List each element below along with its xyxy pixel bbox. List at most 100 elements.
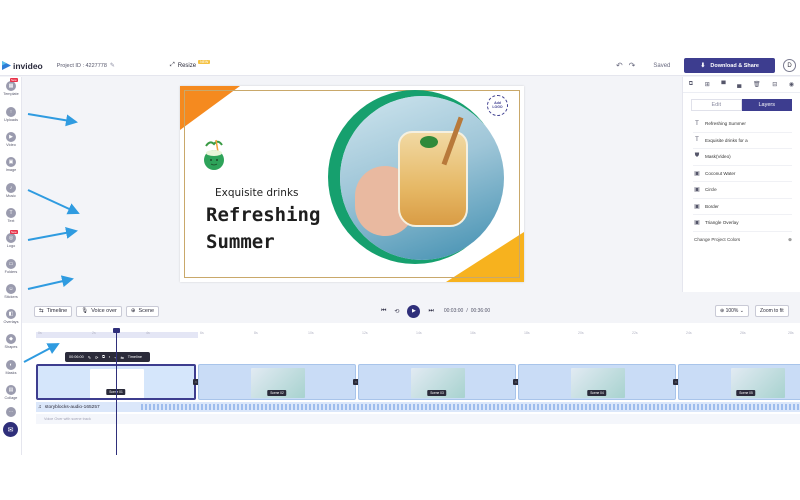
delete-icon[interactable]: ▪ xyxy=(109,355,110,359)
invideo-logo[interactable]: invideo xyxy=(2,61,43,71)
layer-down-icon[interactable]: ▄ xyxy=(737,82,741,88)
sidebar-item-logo[interactable]: ◎ New Logo xyxy=(0,230,22,248)
audio-track-label: storyblocks-audio-165257 xyxy=(44,404,100,410)
copy-icon[interactable]: ⧉ xyxy=(689,81,693,88)
layer-item[interactable]: ▣ Border xyxy=(693,199,792,215)
skip-forward-icon[interactable]: ⏭ xyxy=(428,308,433,315)
layer-label: Border xyxy=(705,203,719,209)
duplicate-icon[interactable]: ⧉ xyxy=(102,355,105,359)
uploads-icon: ↑ xyxy=(6,107,16,117)
scene-clip[interactable]: Scene 05 xyxy=(678,364,800,400)
sidebar-item-stickers[interactable]: ☺ Stickers xyxy=(0,284,22,299)
sidebar-item-more[interactable]: ⋯ xyxy=(0,407,22,418)
sidebar-item-masks[interactable]: ◐ Masks xyxy=(0,360,22,375)
zoom-select[interactable]: ⊕ 100% ⌄ xyxy=(715,305,749,317)
tab-edit[interactable]: Edit xyxy=(691,99,742,111)
ruler-tick: 14s xyxy=(416,331,422,335)
layer-item[interactable]: T Exquisite drinks for a xyxy=(693,133,792,149)
time-ruler[interactable]: 0s 2s 4s 6s 8s 10s 12s 14s 16s 18s 20s 2… xyxy=(36,331,800,339)
scene-replay-icon[interactable]: ⟲ xyxy=(394,308,399,315)
voice-over-button[interactable]: 🎙 Voice over xyxy=(76,305,122,317)
sidebar-item-text[interactable]: T Text xyxy=(0,208,22,223)
playhead[interactable] xyxy=(116,329,117,455)
title-text-line-1[interactable]: Refreshing xyxy=(206,204,320,226)
chat-support-icon[interactable]: ✉ xyxy=(3,422,18,437)
align-icon[interactable]: ⊞ xyxy=(705,81,710,88)
layer-item[interactable]: ▣ Coconut Water xyxy=(693,166,792,182)
ruler-tick: 0s xyxy=(38,331,42,335)
image-icon: ▣ xyxy=(694,170,700,177)
video-canvas[interactable]: Add LOGO Exquisite drinks Refreshing Sum… xyxy=(180,86,524,282)
panel-toggle-icon[interactable]: ◉ xyxy=(789,81,794,88)
change-project-colors-button[interactable]: Change Project Colors ⊕ xyxy=(694,237,792,243)
redo-icon[interactable]: ↷ xyxy=(629,61,636,70)
sidebar-item-label: Uploads xyxy=(4,118,18,122)
new-badge: New xyxy=(10,230,18,234)
scene-clip[interactable]: Scene 03 xyxy=(358,364,516,400)
templates-icon: ▦ New xyxy=(6,78,18,91)
ruler-tick: 2s xyxy=(92,331,96,335)
sidebar-item-template[interactable]: ▦ New Template xyxy=(0,78,22,96)
coconut-water-image[interactable] xyxy=(202,138,226,172)
sidebar-item-shapes[interactable]: ◆ Shapes xyxy=(0,334,22,349)
play-button[interactable]: ▶ xyxy=(407,304,421,318)
callout-arrow xyxy=(27,226,78,241)
skip-back-icon[interactable]: ⏮ xyxy=(381,308,386,315)
audio-track[interactable]: ♫ storyblocks-audio-165257 xyxy=(36,402,800,412)
timeline-icon: ⇆ xyxy=(39,308,44,314)
resize-button[interactable]: ⤢ Resize NEW xyxy=(170,59,211,69)
avatar[interactable]: D xyxy=(783,59,796,72)
text-icon: T xyxy=(695,137,699,144)
voice-over-track[interactable]: Voice Over with scene track xyxy=(36,414,800,424)
sidebar-item-uploads[interactable]: ↑ Uploads xyxy=(0,107,22,122)
layer-item[interactable]: T Refreshing Summer xyxy=(693,116,792,133)
timeline-icon: ⇆ xyxy=(120,355,124,360)
scene-clip[interactable]: Scene 02 xyxy=(198,364,356,400)
play-group: ⏮ ⟲ ▶ ⏭ 00:03:00 / 00:36:00 xyxy=(377,304,490,318)
layer-item[interactable]: ⛊ Mask(Video) xyxy=(693,149,792,166)
scene-toolbar: 00:06:00 ✎ ⟳ ⧉ ▪ ⌁ ⇆ Timeline xyxy=(65,352,150,362)
left-sidebar: ▦ New Template ↑ Uploads ▶ Video ▣ Image … xyxy=(0,77,22,455)
current-time: 00:03:00 xyxy=(443,308,464,314)
title-text-line-2[interactable]: Summer xyxy=(206,231,275,253)
delete-icon[interactable]: 🗑 xyxy=(753,81,761,88)
scene-label: Scene 02 xyxy=(267,390,287,396)
pencil-icon[interactable]: ✎ xyxy=(110,62,115,69)
layer-up-icon[interactable]: ▀ xyxy=(721,82,725,88)
music-icon: ♪ xyxy=(6,183,16,193)
scene-label: Scene 03 xyxy=(427,390,447,396)
text-icon: T xyxy=(695,120,699,127)
download-share-button[interactable]: ⬇ Download & Share xyxy=(684,58,775,73)
sidebar-item-folders[interactable]: ▭ Folders xyxy=(0,259,22,274)
microphone-icon: 🎙 xyxy=(81,308,89,314)
split-icon[interactable]: ⟳ xyxy=(95,355,98,360)
sidebar-item-collage[interactable]: ▤ Collage xyxy=(0,385,22,400)
layer-item[interactable]: ▣ Circle xyxy=(693,182,792,199)
folders-icon: ▭ xyxy=(6,259,16,269)
more-icon: ⋯ xyxy=(6,407,16,417)
audio-waveform xyxy=(141,404,800,410)
tab-layers[interactable]: Layers xyxy=(741,99,792,111)
mask-video-layer[interactable] xyxy=(340,96,504,260)
sidebar-item-video[interactable]: ▶ Video xyxy=(0,132,22,147)
edit-icon[interactable]: ✎ xyxy=(88,355,91,360)
mask-icon: ⛊ xyxy=(694,153,700,160)
playhead-handle[interactable] xyxy=(113,328,120,333)
subtitle-text-layer[interactable]: Exquisite drinks xyxy=(215,187,299,199)
scene-duration[interactable]: 00:06:00 xyxy=(69,355,84,359)
add-scene-button[interactable]: ⊕ Scene xyxy=(125,305,160,317)
sidebar-item-overlays[interactable]: ◧ Overlays xyxy=(0,309,22,324)
scene-toolbar-label[interactable]: Timeline xyxy=(128,355,142,359)
add-logo-badge[interactable]: Add LOGO xyxy=(487,95,508,116)
new-badge: New xyxy=(10,78,18,82)
chevron-right-icon: ⊕ xyxy=(788,236,792,242)
zoom-to-fit-button[interactable]: Zoom to fit xyxy=(754,305,789,317)
sidebar-item-music[interactable]: ♪ Music xyxy=(0,183,22,198)
timeline-button[interactable]: ⇆ Timeline xyxy=(34,305,73,317)
duplicate-icon[interactable]: ⊟ xyxy=(772,81,777,88)
layer-item[interactable]: ▣ Triangle Overlay xyxy=(693,215,792,232)
download-label: Download & Share xyxy=(710,62,759,69)
sidebar-item-image[interactable]: ▣ Image xyxy=(0,157,22,172)
undo-icon[interactable]: ↶ xyxy=(616,61,623,70)
scene-clip[interactable]: Scene 04 xyxy=(518,364,676,400)
